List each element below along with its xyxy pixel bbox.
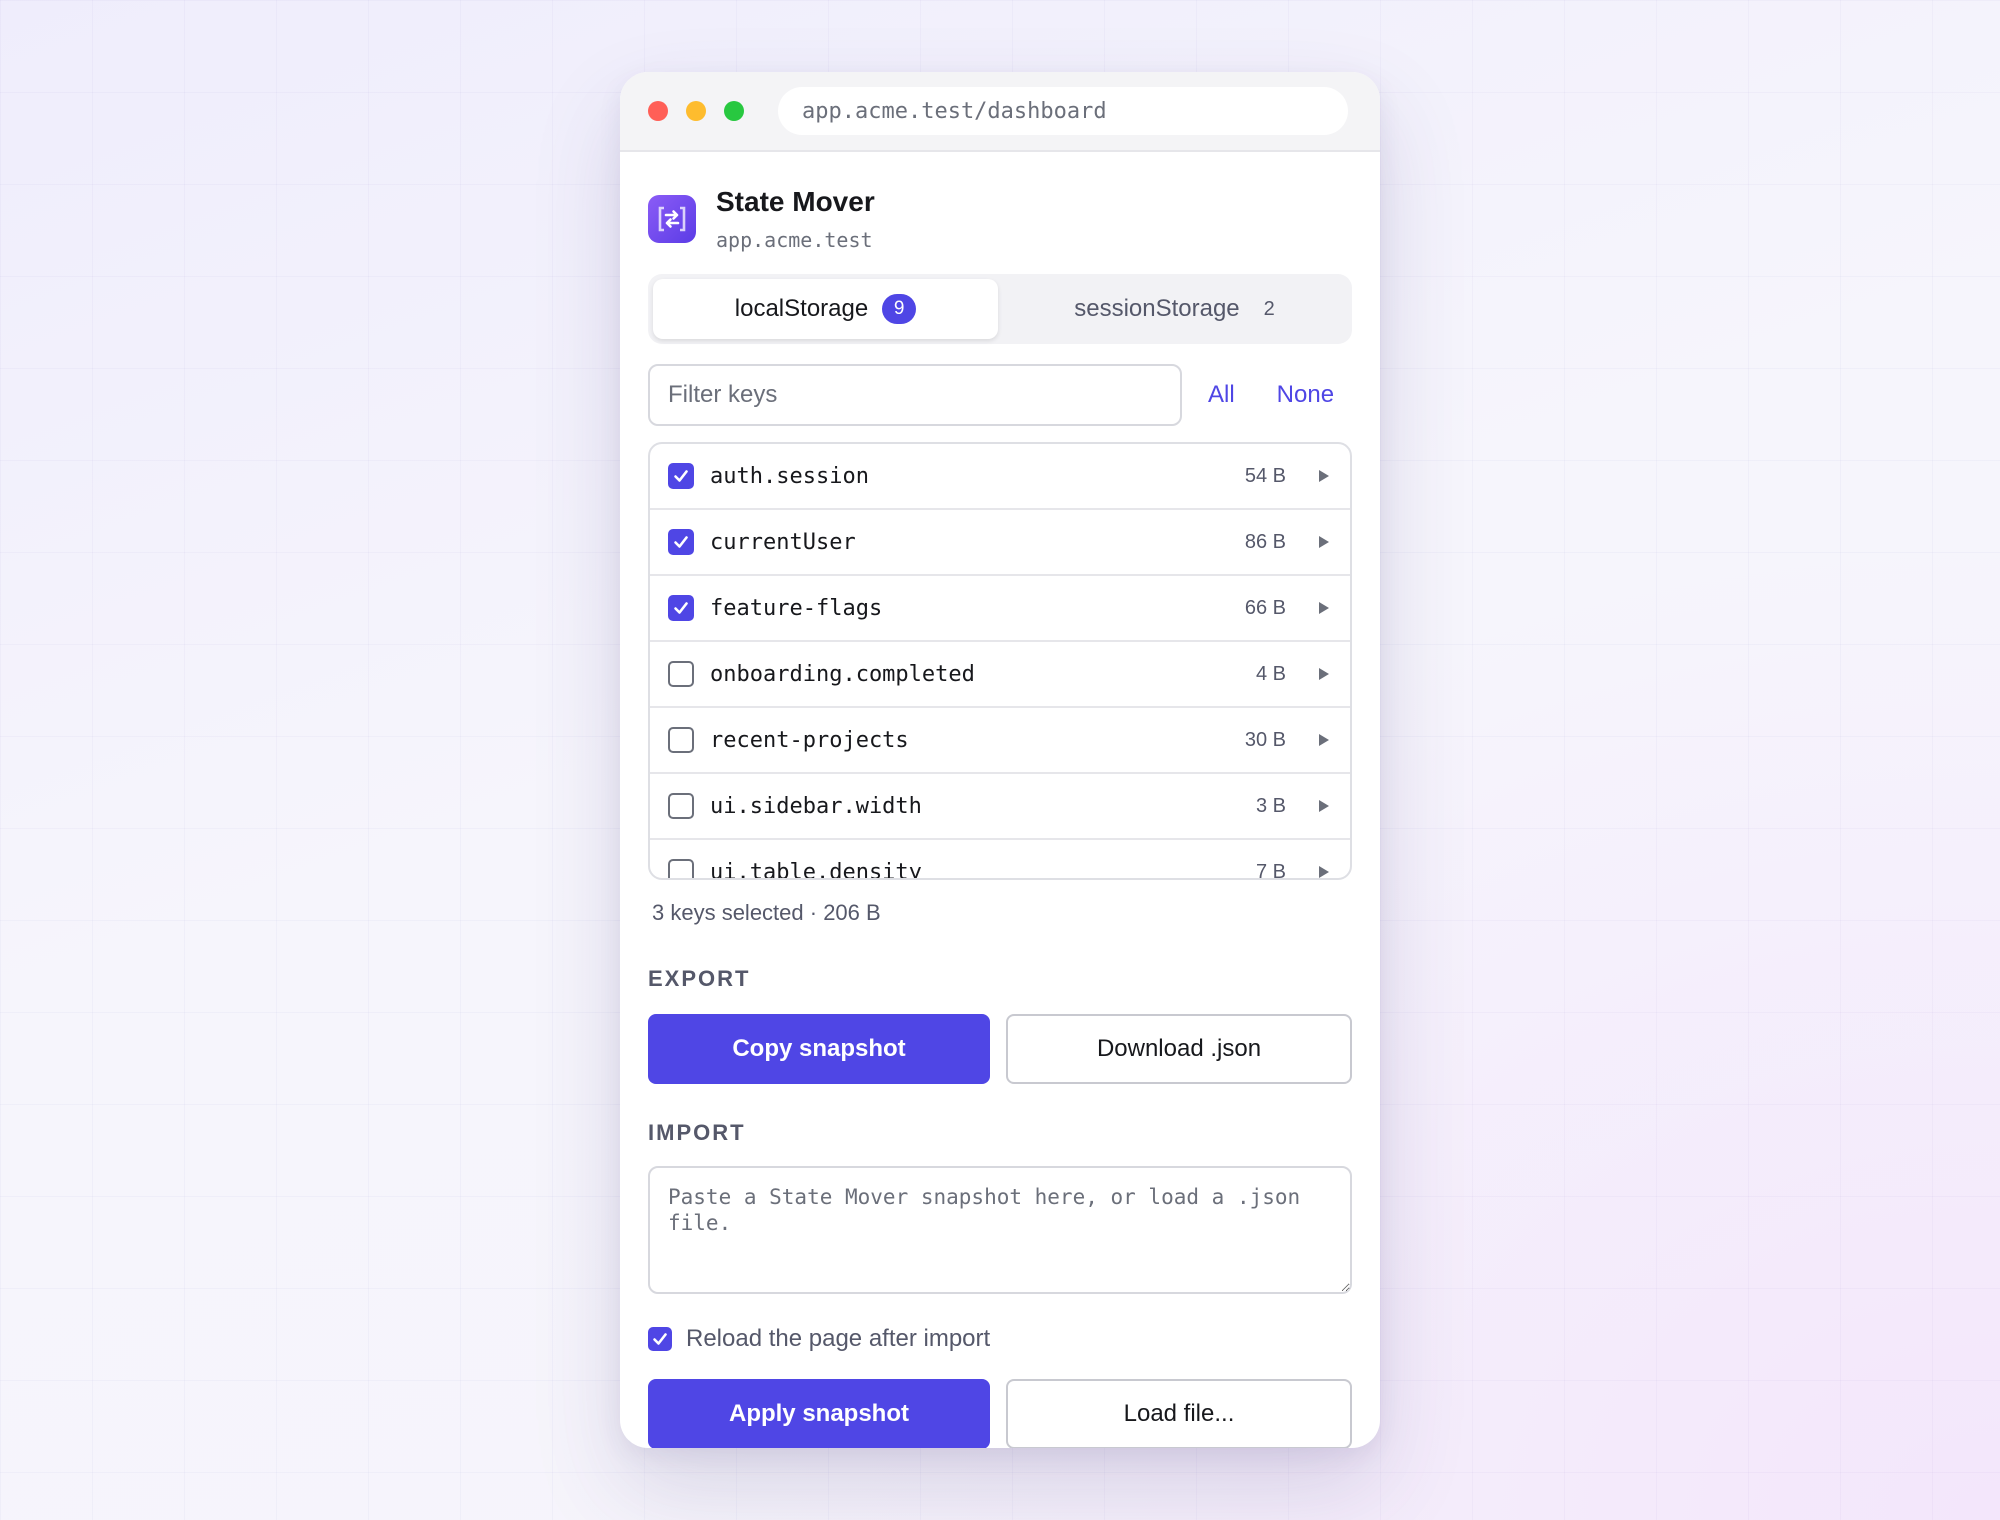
load-file-button[interactable]: Load file... xyxy=(1006,1379,1352,1448)
copy-snapshot-button[interactable]: Copy snapshot xyxy=(648,1014,990,1084)
import-snapshot-textarea[interactable] xyxy=(648,1166,1352,1294)
reload-option[interactable]: Reload the page after import xyxy=(648,1325,1352,1353)
app-logo xyxy=(648,195,696,243)
key-size: 66 B xyxy=(1244,596,1286,619)
import-actions: Apply snapshot Load file... xyxy=(648,1379,1352,1448)
select-all-button[interactable]: All xyxy=(1208,381,1235,409)
count-label: 2 xyxy=(1263,297,1275,320)
key-name: onboarding.completed xyxy=(710,661,975,687)
storage-tabs: localStorage 9 sessionStorage 2 xyxy=(648,274,1352,344)
key-size: 86 B xyxy=(1244,530,1286,553)
download-json-button[interactable]: Download .json xyxy=(1006,1014,1352,1084)
key-name: ui.table.density xyxy=(710,859,922,880)
key-name: auth.session xyxy=(710,463,869,489)
key-row[interactable]: auth.session 54 B xyxy=(650,444,1350,510)
key-name: currentUser xyxy=(710,529,856,555)
key-row[interactable]: ui.table.density 7 B xyxy=(650,840,1350,880)
tab-label: localStorage xyxy=(734,295,869,322)
key-row[interactable]: feature-flags 66 B xyxy=(650,576,1350,642)
key-row[interactable]: recent-projects 30 B xyxy=(650,708,1350,774)
key-size: 7 B xyxy=(1255,860,1286,880)
key-name: recent-projects xyxy=(710,727,909,753)
address-bar[interactable]: app.acme.test/dashboard xyxy=(778,87,1348,135)
expand-triangle-icon[interactable] xyxy=(1316,864,1332,878)
key-checkbox[interactable] xyxy=(668,727,694,753)
key-row[interactable]: currentUser 86 B xyxy=(650,510,1350,576)
filter-keys-input[interactable] xyxy=(648,364,1182,426)
expand-triangle-icon[interactable] xyxy=(1316,732,1332,748)
app-name: State Mover xyxy=(716,186,875,217)
import-section-label: IMPORT xyxy=(648,1120,746,1145)
key-checkbox[interactable] xyxy=(668,661,694,687)
app-domain: app.acme.test xyxy=(716,228,873,252)
expand-triangle-icon[interactable] xyxy=(1316,600,1332,616)
expand-triangle-icon[interactable] xyxy=(1316,534,1332,550)
tab-localstorage[interactable]: localStorage 9 xyxy=(653,279,998,339)
key-size: 4 B xyxy=(1255,662,1286,685)
selection-summary: 3 keys selected · 206 B xyxy=(652,900,881,925)
expand-triangle-icon[interactable] xyxy=(1316,468,1332,484)
key-checkbox[interactable] xyxy=(668,529,694,555)
swap-arrows-icon xyxy=(658,206,686,232)
filter-row: All None xyxy=(648,364,1352,426)
browser-titlebar: app.acme.test/dashboard xyxy=(620,72,1380,152)
app-title-block: State Mover app.acme.test xyxy=(716,186,875,252)
expand-triangle-icon[interactable] xyxy=(1316,798,1332,814)
count-badge: 9 xyxy=(882,294,917,324)
key-row[interactable]: ui.sidebar.width 3 B xyxy=(650,774,1350,840)
key-size: 30 B xyxy=(1244,728,1286,751)
key-checkbox[interactable] xyxy=(668,595,694,621)
browser-window: app.acme.test/dashboard State Mover app.… xyxy=(620,72,1380,1448)
key-name: ui.sidebar.width xyxy=(710,793,922,819)
tab-label: sessionStorage xyxy=(1074,295,1240,322)
address-bar-url: app.acme.test/dashboard xyxy=(802,98,1107,124)
key-row[interactable]: onboarding.completed 4 B xyxy=(650,642,1350,708)
maximize-window-button[interactable] xyxy=(724,101,744,121)
minimize-window-button[interactable] xyxy=(686,101,706,121)
apply-snapshot-button[interactable]: Apply snapshot xyxy=(648,1379,990,1448)
export-actions: Copy snapshot Download .json xyxy=(648,1014,1352,1084)
select-none-button[interactable]: None xyxy=(1277,381,1334,409)
key-checkbox[interactable] xyxy=(668,463,694,489)
key-checkbox[interactable] xyxy=(668,859,694,878)
key-size: 54 B xyxy=(1244,464,1286,487)
key-name: feature-flags xyxy=(710,595,883,621)
tab-sessionstorage[interactable]: sessionStorage 2 xyxy=(1002,279,1347,339)
expand-triangle-icon[interactable] xyxy=(1316,666,1332,682)
key-size: 3 B xyxy=(1255,794,1286,817)
export-section-label: EXPORT xyxy=(648,966,751,991)
popup-header: State Mover app.acme.test xyxy=(648,184,1352,254)
key-checkbox[interactable] xyxy=(668,793,694,819)
reload-checkbox[interactable] xyxy=(648,1327,672,1351)
close-window-button[interactable] xyxy=(648,101,668,121)
key-list[interactable]: auth.session 54 B currentUser 86 B feature-f… xyxy=(648,442,1352,880)
reload-label: Reload the page after import xyxy=(686,1325,991,1352)
extension-popup: State Mover app.acme.test localStorage 9… xyxy=(620,184,1380,1448)
